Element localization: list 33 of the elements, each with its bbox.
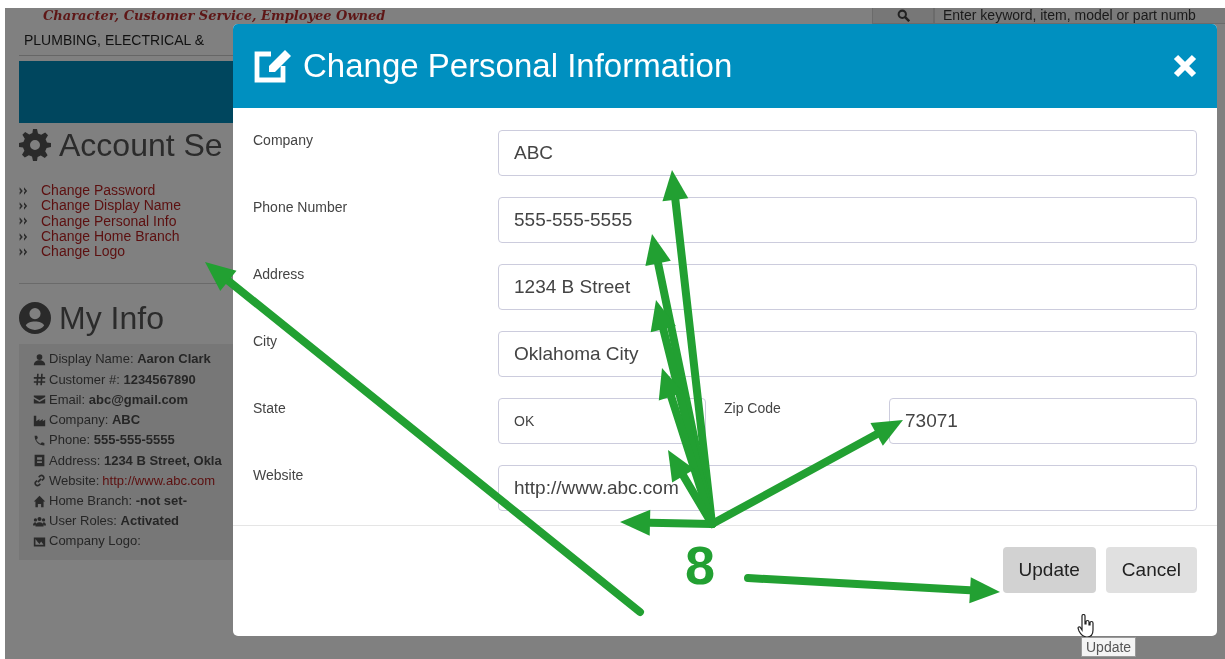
info-text: Address: 1234 B Street, Okla	[49, 451, 222, 470]
info-text: User Roles: Activated	[49, 512, 180, 531]
field-label: City	[253, 332, 279, 351]
info-text: Company Logo:	[49, 532, 141, 551]
info-label: Website:	[49, 471, 100, 490]
state-select[interactable]: OK	[498, 398, 706, 444]
field-label: Address	[253, 265, 306, 284]
text-field[interactable]: http://www.abc.com	[498, 465, 1197, 511]
tooltip: Update	[1081, 637, 1137, 657]
field-label: Company	[253, 131, 314, 150]
text-field[interactable]: 555-555-5555	[498, 197, 1197, 243]
info-text: Email: abc@gmail.com	[49, 390, 189, 409]
modal-title: Change Personal Information	[303, 46, 733, 87]
tagline: Character, Customer Service, Employee Owned	[43, 8, 386, 23]
field-label: State	[253, 399, 287, 418]
section-heading: My Info	[59, 302, 164, 335]
text-field[interactable]: 1234 B Street	[498, 264, 1197, 310]
search-field[interactable]: Enter keyword, item, model or part numb	[934, 8, 1225, 24]
update-button[interactable]: Update	[1002, 547, 1096, 593]
step-number: 8	[685, 538, 716, 592]
info-text: Customer #: 1234567890	[49, 370, 196, 389]
info-text: Home Branch: -not set-	[49, 491, 187, 510]
text-field[interactable]: 73071	[889, 398, 1197, 444]
info-text: Phone: 555-555-5555	[49, 431, 175, 450]
section-heading: Account Se	[59, 129, 223, 161]
field-label: Website	[253, 466, 305, 485]
info-text: Display Name: Aaron Clark	[49, 350, 211, 369]
info-text: Company: ABC	[49, 411, 141, 430]
text-field[interactable]: ABC	[498, 130, 1197, 176]
text-field[interactable]: Oklahoma City	[498, 331, 1197, 377]
cancel-button[interactable]: Cancel	[1105, 547, 1197, 593]
field-label: Zip Code	[723, 399, 782, 418]
field-label: Phone Number	[253, 198, 349, 217]
